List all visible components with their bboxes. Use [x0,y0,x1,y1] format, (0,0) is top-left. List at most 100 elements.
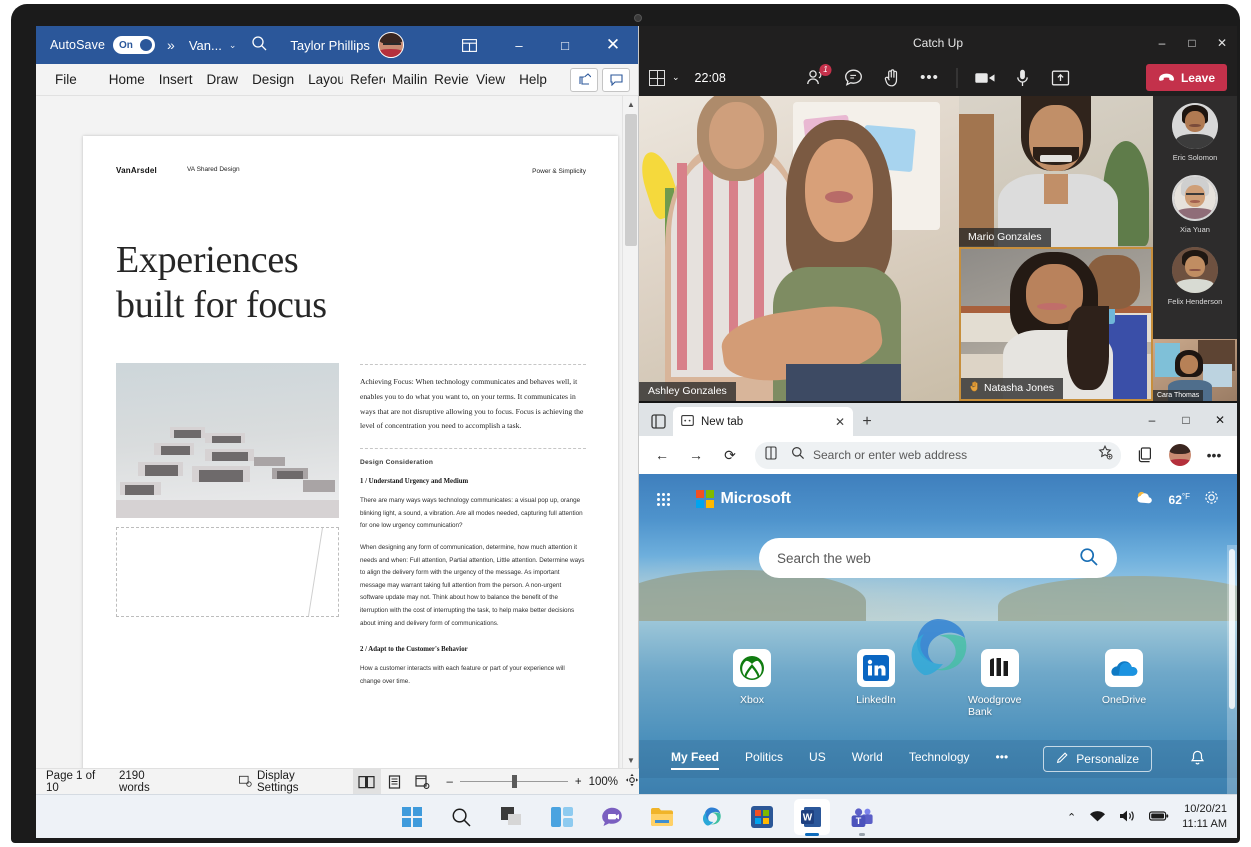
account-name[interactable]: Taylor Phillips [290,38,369,53]
app-launcher-icon[interactable] [657,492,670,506]
tab-search-icon[interactable] [643,407,673,436]
camera-icon[interactable] [974,67,996,89]
video-tile-main[interactable]: Ashley Gonzales [639,96,959,401]
close-button[interactable]: ✕ [588,26,638,64]
split-screen-icon[interactable] [765,445,777,465]
task-view-button[interactable] [494,799,530,835]
quick-link-onedrive[interactable]: OneDrive [1092,649,1156,718]
tab-file[interactable]: File [48,69,84,91]
avatar[interactable] [377,32,404,58]
zoom-in-button[interactable]: + [575,776,582,788]
close-icon[interactable]: ✕ [835,415,845,429]
display-settings-button[interactable]: Display Settings [231,770,337,794]
tab-design[interactable]: Design [245,69,301,91]
read-mode-icon[interactable] [352,768,381,795]
page-indicator[interactable]: Page 1 of 10 [36,770,111,794]
profile-avatar[interactable] [1165,441,1195,469]
focus-icon[interactable] [625,773,639,790]
feed-tab-technology[interactable]: Technology [909,750,970,768]
gear-icon[interactable] [1204,490,1219,508]
raise-hand-icon[interactable] [881,67,903,89]
share-screen-icon[interactable] [1050,67,1072,89]
tab-view[interactable]: View [469,69,512,91]
teams-participant-roster[interactable]: Eric Solomon Xia Yuan Felix Henderson Ca… [1153,96,1237,401]
zoom-slider-thumb[interactable] [511,775,517,788]
scrollbar-thumb[interactable] [625,114,637,246]
maximize-button[interactable]: □ [1177,26,1207,59]
roster-item[interactable]: Xia Yuan [1153,168,1237,240]
close-button[interactable]: ✕ [1203,406,1237,434]
battery-icon[interactable] [1149,810,1169,825]
comment-icon[interactable] [602,67,630,92]
tab-home[interactable]: Home [102,69,152,91]
video-tile-secondary[interactable]: Mario Gonzales [959,96,1153,247]
quick-link-linkedin[interactable]: LinkedIn [844,649,908,718]
feed-more-button[interactable]: ••• [996,750,1009,768]
avatar[interactable] [1172,246,1218,293]
tab-mailings[interactable]: Mailing [385,69,427,91]
word-vertical-scrollbar[interactable]: ▲ ▼ [622,96,638,768]
roster-video-tile[interactable]: Cara Thomas [1153,339,1237,401]
tab-layout[interactable]: Layou [301,69,343,91]
minimize-button[interactable]: – [1135,406,1169,434]
tab-review[interactable]: Review [427,69,469,91]
settings-and-more-button[interactable]: ••• [1199,441,1229,469]
search-button[interactable] [444,799,480,835]
widgets-button[interactable] [544,799,580,835]
document-page[interactable]: VanArsdel VA Shared Design Power & Simpl… [83,136,618,768]
minimize-button[interactable]: – [1147,26,1177,59]
personalize-button[interactable]: Personalize [1043,746,1152,772]
start-button[interactable] [394,799,430,835]
tray-chevron-up-icon[interactable]: ⌃ [1067,811,1076,824]
share-icon[interactable] [570,67,598,92]
quick-link-woodgrove-bank[interactable]: Woodgrove Bank [968,649,1032,718]
feed-tab-my-feed[interactable]: My Feed [671,750,720,770]
maximize-button[interactable]: □ [542,26,588,64]
clock[interactable]: 10/20/21 11:11 AM [1182,802,1227,832]
file-explorer-button[interactable] [644,799,680,835]
address-bar[interactable]: Search or enter web address [755,441,1121,469]
document-name[interactable]: Van... [189,38,222,53]
forward-button[interactable]: → [681,441,711,469]
add-favorite-icon[interactable] [1098,444,1113,465]
zoom-level[interactable]: 100% [589,776,618,788]
quick-access-more-button[interactable]: » [167,37,175,53]
tab-help[interactable]: Help [512,69,554,91]
scroll-down-button[interactable]: ▼ [623,752,639,768]
bell-icon[interactable] [1190,750,1205,769]
collections-icon[interactable] [1131,441,1161,469]
chevron-down-icon[interactable]: ⌄ [672,72,680,83]
tab-draw[interactable]: Draw [200,69,246,91]
feed-tab-world[interactable]: World [852,750,883,768]
feed-tab-us[interactable]: US [809,750,826,768]
zoom-slider[interactable] [459,775,568,788]
edge-button[interactable] [694,799,730,835]
close-button[interactable]: ✕ [1207,26,1237,59]
search-box[interactable]: Search the web [759,538,1117,578]
chat-button[interactable] [594,799,630,835]
more-options-button[interactable]: ••• [919,67,941,89]
quick-link-xbox[interactable]: Xbox [720,649,784,718]
roster-item[interactable]: Eric Solomon [1153,96,1237,168]
people-icon[interactable]: 1 [805,63,832,89]
search-input[interactable]: Search the web [777,551,871,566]
video-tile-speaking[interactable]: Natasha Jones [959,246,1153,401]
weather-temperature[interactable]: 62°F [1169,492,1190,507]
scrollbar-thumb[interactable] [1229,549,1235,709]
volume-icon[interactable] [1119,809,1136,826]
tab-insert[interactable]: Insert [152,69,200,91]
maximize-button[interactable]: □ [1169,406,1203,434]
chat-icon[interactable] [843,67,865,89]
leave-button[interactable]: Leave [1145,64,1227,91]
word-document-canvas[interactable]: VanArsdel VA Shared Design Power & Simpl… [36,96,638,768]
wifi-icon[interactable] [1089,809,1106,826]
ribbon-display-options-button[interactable] [442,26,496,64]
search-icon[interactable] [1079,547,1099,570]
scroll-up-button[interactable]: ▲ [623,96,639,112]
address-input[interactable]: Search or enter web address [813,448,967,462]
feed-tab-politics[interactable]: Politics [745,750,783,768]
word-count[interactable]: 2190 words [111,770,179,794]
zoom-control[interactable]: – + 100% [446,773,639,790]
chevron-down-icon[interactable]: ⌄ [229,40,237,51]
web-layout-icon[interactable] [408,769,436,795]
